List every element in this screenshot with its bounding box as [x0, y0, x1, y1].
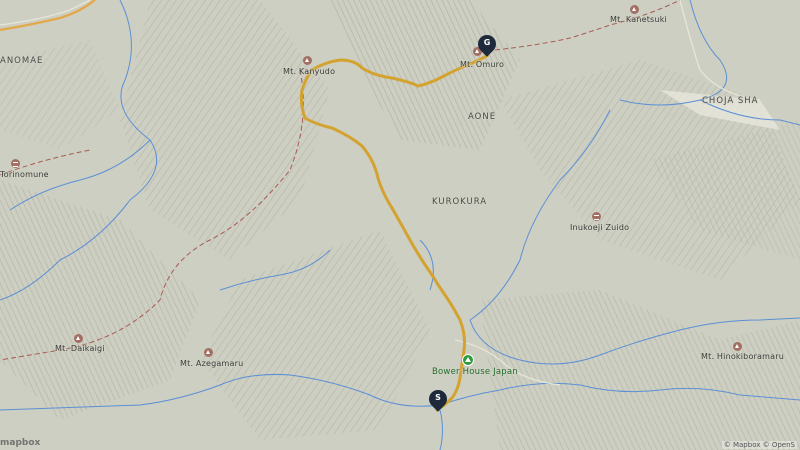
area-label: ANOMAE [0, 56, 44, 66]
peak-icon[interactable] [630, 5, 639, 14]
area-label: KUROKURA [432, 197, 488, 207]
campsite-icon[interactable] [462, 354, 474, 366]
map-canvas[interactable]: Mt. Kanyudo Mt. Omuro Mt. Kanetsuki Mt. … [0, 0, 800, 450]
peak-icon[interactable] [733, 342, 742, 351]
area-label: CHOJA SHA [702, 96, 759, 106]
map-attribution[interactable]: © Mapbox © OpenS [721, 441, 797, 449]
start-marker-label: S [435, 393, 441, 402]
shrine-label[interactable]: Torinomune [0, 170, 49, 179]
start-marker[interactable]: S [425, 386, 451, 414]
shrine-icon[interactable] [11, 159, 20, 168]
area-label: AONE [468, 112, 497, 122]
terrain-layer [0, 0, 800, 450]
peak-label[interactable]: Mt. Omuro [460, 60, 504, 69]
peak-icon[interactable] [303, 56, 312, 65]
shrine-label[interactable]: Inukoeji Zuido [570, 223, 629, 232]
peak-icon[interactable] [204, 348, 213, 357]
peak-icon[interactable] [74, 334, 83, 343]
peak-label[interactable]: Mt. Kanetsuki [610, 15, 667, 24]
peak-label[interactable]: Mt. Kanyudo [283, 67, 335, 76]
goal-marker[interactable]: G [474, 31, 500, 59]
shrine-icon[interactable] [592, 212, 601, 221]
poi-label[interactable]: Bower House Japan [432, 367, 518, 377]
goal-marker-label: G [483, 38, 491, 47]
peak-label[interactable]: Mt. Azegamaru [180, 359, 243, 368]
mapbox-logo[interactable]: mapbox [0, 438, 40, 448]
peak-label[interactable]: Mt. Daikaigi [55, 344, 105, 353]
peak-label[interactable]: Mt. Hinokiboramaru [701, 352, 784, 361]
